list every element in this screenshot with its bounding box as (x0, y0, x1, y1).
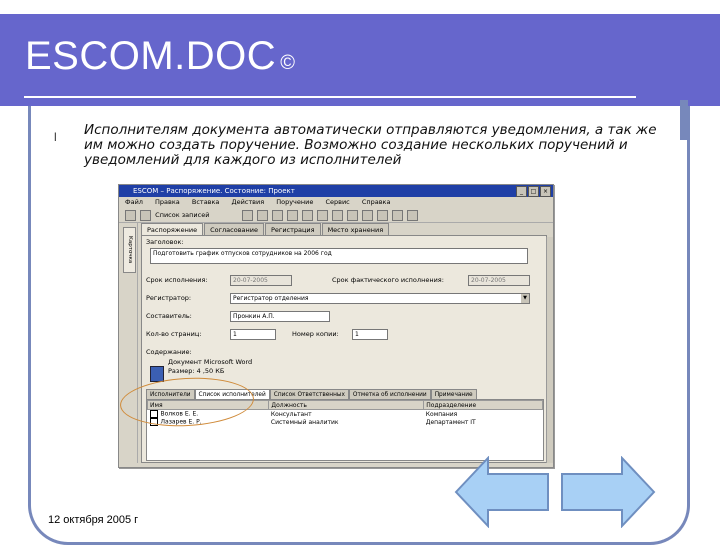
menu-edit[interactable]: Правка (155, 198, 180, 206)
pages-label: Кол-во страниц: (146, 330, 202, 338)
left-arrow-icon[interactable] (454, 456, 550, 528)
menu-file[interactable]: Файл (125, 198, 143, 206)
col-position[interactable]: Должность (268, 400, 425, 410)
registrar-label: Регистратор: (146, 294, 192, 302)
actual-date-field[interactable]: 20-07-2005 (468, 275, 530, 286)
close-icon[interactable]: × (540, 186, 551, 197)
author-label: Составитель: (146, 312, 192, 320)
print-icon[interactable] (256, 209, 268, 221)
copy-icon[interactable] (286, 209, 298, 221)
next-record-icon[interactable] (392, 209, 404, 221)
history-icon[interactable] (362, 209, 374, 221)
window-titlebar: ESCOM – Распоряжение. Состояние: Проект … (119, 185, 553, 197)
contents-label: Содержание: (146, 348, 192, 356)
forward-icon[interactable] (140, 209, 152, 221)
copyright-symbol: © (280, 52, 296, 74)
card-tabs: Распоряжение Согласование Регистрация Место… (141, 223, 547, 236)
author-field[interactable]: Пронкин А.П. (230, 311, 330, 322)
footer-date: 12 октября 2005 г (48, 514, 139, 526)
copies-label: Номер копии: (292, 330, 339, 338)
help-icon[interactable] (407, 209, 419, 221)
word-document-icon[interactable] (150, 366, 164, 382)
left-sidebar: Карточка (121, 223, 138, 463)
menu-actions[interactable]: Действия (232, 198, 265, 206)
attached-doc-name[interactable]: Документ Microsoft Word (168, 358, 252, 366)
menu-insert[interactable]: Вставка (192, 198, 220, 206)
due-date-field[interactable]: 20-07-2005 (230, 275, 292, 286)
right-arrow-icon[interactable] (560, 456, 656, 528)
attach-icon[interactable] (331, 209, 343, 221)
document-card: Распоряжение Согласование Регистрация Место… (141, 223, 547, 463)
bullet-text: Исполнителям документа автоматически отп… (84, 122, 657, 168)
chevron-down-icon[interactable]: ▼ (521, 294, 529, 303)
window-title: ESCOM – Распоряжение. Состояние: Проект (133, 187, 295, 195)
save-icon[interactable] (241, 209, 253, 221)
send-icon[interactable] (347, 209, 359, 221)
copies-field[interactable]: 1 (352, 329, 388, 340)
bullet-marker: l (54, 130, 57, 144)
minimize-icon[interactable]: _ (516, 186, 527, 197)
title-field[interactable]: Подготовить график отпусков сотрудников … (150, 248, 528, 264)
title-label: Заголовок: (146, 238, 184, 246)
title-underline (24, 96, 636, 98)
vertical-scrollbar[interactable] (546, 237, 553, 463)
paste-icon[interactable] (301, 209, 313, 221)
menu-help[interactable]: Справка (362, 198, 391, 206)
menu-tools[interactable]: Сервис (325, 198, 349, 206)
slide-title: ESCOM.DOC © (25, 34, 296, 78)
cut-icon[interactable] (271, 209, 283, 221)
subtab-note[interactable]: Примечание (430, 389, 477, 399)
menu-assignment[interactable]: Поручение (276, 198, 313, 206)
col-department[interactable]: Подразделение (423, 400, 543, 410)
registrar-select[interactable]: Регистратор отделения ▼ (230, 293, 530, 304)
maximize-icon[interactable]: □ (528, 186, 539, 197)
back-icon[interactable] (125, 209, 136, 221)
subtab-execution-mark[interactable]: Отметка об исполнении (348, 389, 431, 399)
subtab-responsible-list[interactable]: Список Ответственных (269, 389, 349, 399)
card-panel: Заголовок: Подготовить график отпусков с… (141, 235, 547, 463)
attached-doc-size: Размер: 4 ,50 КБ (168, 367, 225, 375)
pages-field[interactable]: 1 (230, 329, 276, 340)
find-icon[interactable] (316, 209, 328, 221)
prev-record-icon[interactable] (377, 209, 389, 221)
menu-bar: Файл Правка Вставка Действия Поручение С… (119, 197, 553, 208)
due-date-label: Срок исполнения: (146, 276, 208, 284)
card-side-tab[interactable]: Карточка (123, 227, 136, 273)
record-list-link[interactable]: Список записей (155, 211, 209, 219)
actual-date-label: Срок фактического исполнения: (332, 276, 444, 284)
frame-corner (680, 100, 688, 140)
toolbar: Список записей (119, 208, 553, 223)
